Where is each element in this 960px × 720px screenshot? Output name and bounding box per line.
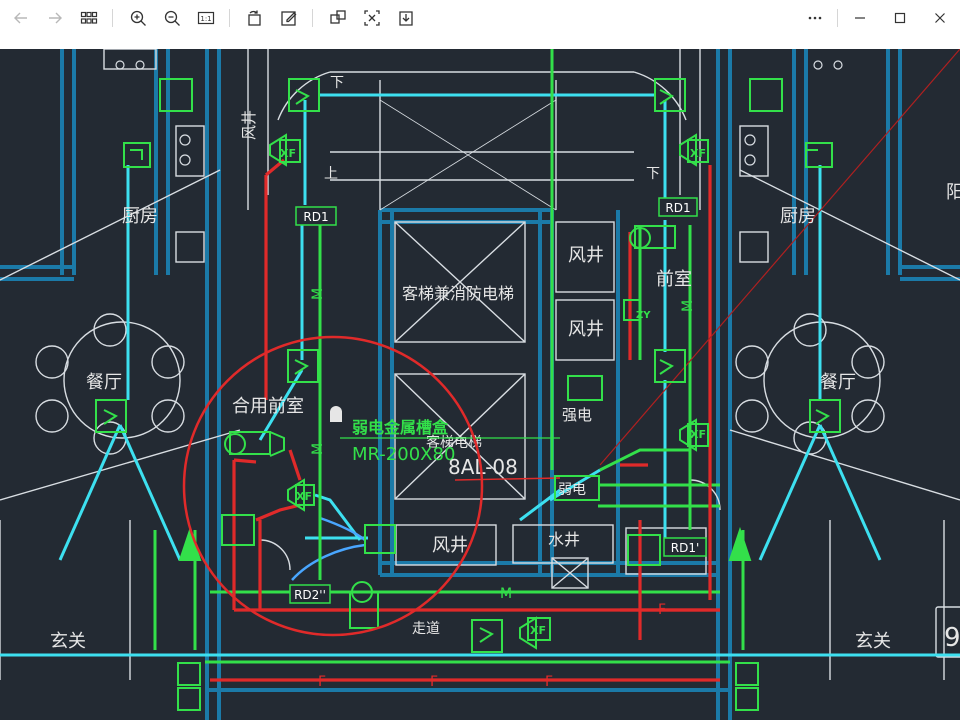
grid-view-button[interactable] (76, 5, 102, 31)
room-entry-left: 玄关 (50, 631, 86, 652)
toolbar-separator (229, 9, 230, 27)
fit-screen-icon (364, 10, 380, 26)
room-front-room: 前室 (656, 269, 692, 290)
rd2-prime-tag: RD2'' (294, 588, 326, 602)
toolbar-separator (112, 9, 113, 27)
more-options-button[interactable] (795, 0, 835, 36)
crop-icon (330, 10, 346, 24)
xf-label: XF (690, 428, 706, 441)
minimize-button[interactable] (840, 0, 880, 36)
room-dining-right: 餐厅 (820, 372, 856, 393)
rd1-tag-left: RD1 (303, 210, 328, 224)
grid-view-icon (80, 11, 98, 24)
f-label: F (430, 674, 438, 690)
canvas-top-margin (0, 36, 960, 49)
crop-button[interactable] (325, 5, 351, 31)
toolbar-separator (312, 9, 313, 27)
room-balcony-partial: 阳 (946, 182, 960, 203)
xf-label: XF (296, 490, 312, 503)
arrow-left-icon (14, 12, 27, 24)
arrow-right-icon (49, 12, 62, 24)
rotate-icon (248, 10, 261, 26)
zy-label: ZY (636, 310, 651, 321)
cursor-hand-icon (330, 406, 342, 422)
toolbar-separator (837, 9, 838, 27)
maximize-icon (894, 12, 906, 24)
room-air-shaft-top: 风井 (568, 245, 604, 266)
room-air-shaft-mid: 风井 (568, 319, 604, 340)
f-label: F (545, 674, 553, 690)
cad-floor-plan: XF XF XF XF XF ZY RD1 RD1 RD1' RD2'' M M… (0, 49, 960, 720)
edit-icon (281, 11, 297, 26)
room-entry-right: 玄关 (855, 631, 891, 652)
rd1-prime-tag: RD1' (671, 541, 700, 555)
download-icon (399, 11, 413, 26)
actual-size-icon: 1:1 (197, 11, 215, 25)
forward-button[interactable] (42, 5, 68, 31)
xf-label: XF (530, 624, 546, 637)
stair-down-left: 下 (330, 75, 344, 91)
tray-title: 弱电金属槽盒 (352, 418, 449, 437)
save-button[interactable] (393, 5, 419, 31)
xf-label: XF (280, 147, 296, 160)
room-dining-left: 餐厅 (86, 372, 122, 393)
maximize-button[interactable] (880, 0, 920, 36)
close-button[interactable] (920, 0, 960, 36)
svg-text:1:1: 1:1 (200, 15, 211, 23)
f-label: F (658, 602, 666, 618)
room-water-shaft: 水井 (548, 530, 580, 549)
zoom-in-button[interactable] (125, 5, 151, 31)
rotate-button[interactable] (242, 5, 268, 31)
panel-code: 8AL-08 (448, 455, 518, 479)
actual-size-button[interactable]: 1:1 (193, 5, 219, 31)
room-strong-power: 强电 (562, 406, 592, 424)
image-canvas[interactable]: XF XF XF XF XF ZY RD1 RD1 RD1' RD2'' M M… (0, 49, 960, 720)
room-shared-lobby: 合用前室 (232, 396, 304, 417)
f-label: F (318, 674, 326, 690)
zoom-in-icon (130, 10, 146, 26)
more-icon (808, 16, 822, 20)
rd1-tag-right: RD1 (665, 201, 690, 215)
room-kitchen-right: 厨房 (780, 206, 816, 227)
room-air-shaft-bottom: 风井 (432, 535, 468, 556)
xf-label: XF (690, 147, 706, 160)
fit-screen-button[interactable] (359, 5, 385, 31)
image-viewer-toolbar: 1:1 (0, 0, 960, 37)
m-label: M (310, 288, 326, 300)
room-corridor: 走道 (412, 621, 440, 637)
room-kitchen-left: 厨房 (122, 206, 158, 227)
m-label: M (310, 443, 326, 455)
zoom-out-icon (164, 10, 180, 26)
back-button[interactable] (8, 5, 34, 31)
zoom-out-button[interactable] (159, 5, 185, 31)
room-air-shaft-vertical: 风井 (240, 110, 258, 140)
m-label: M (500, 586, 512, 602)
stair-down-right: 下 (646, 166, 660, 182)
close-icon (935, 13, 945, 23)
minimize-icon (855, 17, 865, 19)
m-label: M (680, 300, 696, 312)
tray-spec: MR-200X80 (352, 444, 455, 465)
sheet-number: 9 (944, 623, 960, 653)
room-elevator: 客梯兼消防电梯 (402, 284, 514, 303)
edit-button[interactable] (276, 5, 302, 31)
room-weak-power: 弱电 (558, 482, 586, 498)
stair-up-left: 上 (324, 166, 338, 182)
